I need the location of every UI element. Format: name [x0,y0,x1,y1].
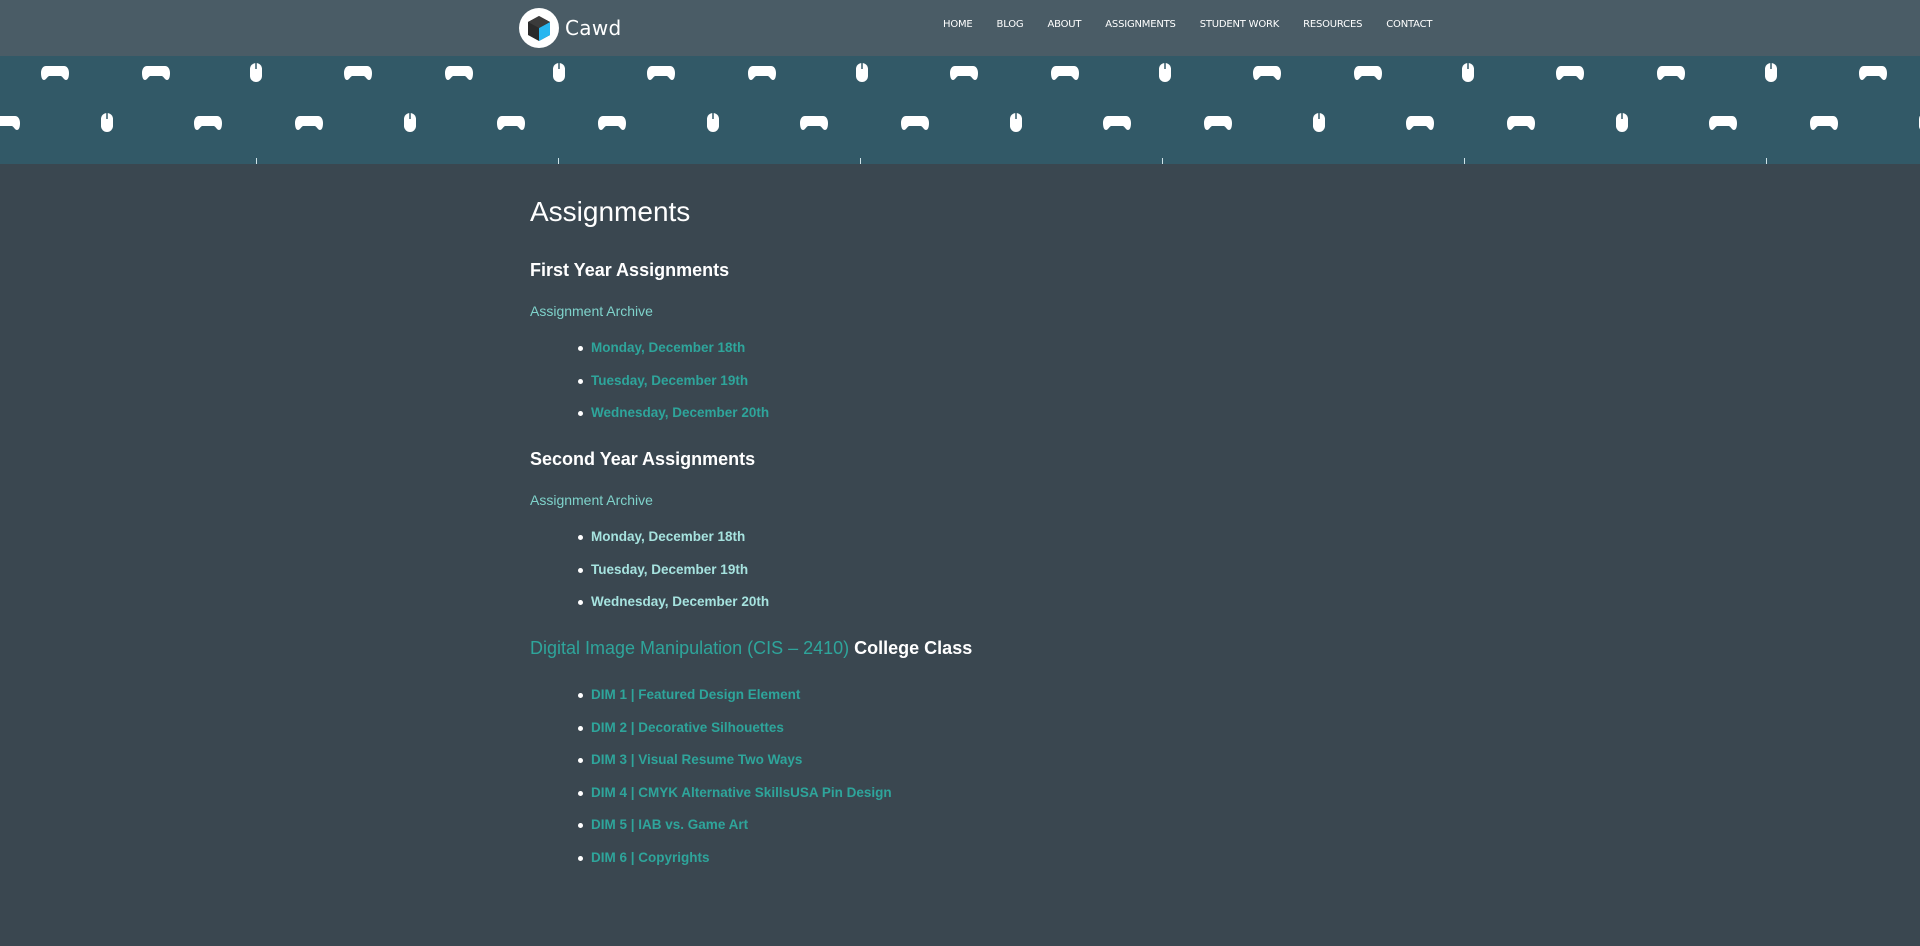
game-controller-icon [0,116,20,130]
nav-item-about[interactable]: ABOUT [1047,17,1081,33]
dim-assignment-link[interactable]: DIM 3 | Visual Resume Two Ways [591,752,802,767]
banner-tick [860,158,861,164]
banner-tick [1766,158,1767,164]
list-item: DIM 4 | CMYK Alternative SkillsUSA Pin D… [578,783,1430,803]
game-controller-icon [497,116,525,130]
banner-tick [256,158,257,164]
game-controller-icon [41,66,69,80]
nav-item-assignments[interactable]: ASSIGNMENTS [1105,17,1176,33]
site-header: Cawd HOME BLOG ABOUT ASSIGNMENTS STUDENT… [0,0,1920,56]
game-controller-icon [598,116,626,130]
list-item: Monday, December 18th [578,527,1430,547]
computer-mouse-icon [707,113,719,132]
banner-tick [1162,158,1163,164]
game-controller-icon [748,66,776,80]
computer-mouse-icon [1616,113,1628,132]
hero-banner [0,56,1920,164]
college-class-suffix: College Class [849,638,973,658]
second-year-heading: Second Year Assignments [530,449,756,469]
dim-assignment-link[interactable]: DIM 2 | Decorative Silhouettes [591,720,784,735]
computer-mouse-icon [1313,113,1325,132]
cube-logo-icon [519,8,559,48]
list-item: Tuesday, December 19th [578,371,1430,391]
main-content: Assignments First Year Assignments Assig… [530,196,1430,894]
game-controller-icon [1103,116,1131,130]
second-year-list: Monday, December 18th Tuesday, December … [578,527,1430,612]
computer-mouse-icon [250,63,262,82]
game-controller-icon [1354,66,1382,80]
college-class-link[interactable]: Digital Image Manipulation (CIS – 2410) [530,638,849,658]
second-year-day-link[interactable]: Wednesday, December 20th [591,594,769,609]
game-controller-icon [1507,116,1535,130]
first-year-archive-link[interactable]: Assignment Archive [530,303,653,319]
site-name: Cawd [565,16,622,40]
second-year-day-link[interactable]: Monday, December 18th [591,529,745,544]
dim-assignment-link[interactable]: DIM 5 | IAB vs. Game Art [591,817,748,832]
computer-mouse-icon [856,63,868,82]
list-item: DIM 1 | Featured Design Element [578,685,1430,705]
first-year-heading: First Year Assignments [530,260,730,280]
computer-mouse-icon [1765,63,1777,82]
game-controller-icon [901,116,929,130]
dim-assignment-link[interactable]: DIM 1 | Featured Design Element [591,687,800,702]
first-year-day-link[interactable]: Monday, December 18th [591,340,745,355]
game-controller-icon [800,116,828,130]
game-controller-icon [1204,116,1232,130]
game-controller-icon [1709,116,1737,130]
game-controller-icon [1810,116,1838,130]
nav-item-blog[interactable]: BLOG [997,17,1024,33]
nav-item-contact[interactable]: CONTACT [1386,17,1432,33]
game-controller-icon [647,66,675,80]
computer-mouse-icon [1462,63,1474,82]
game-controller-icon [1859,66,1887,80]
game-controller-icon [1657,66,1685,80]
computer-mouse-icon [1159,63,1171,82]
game-controller-icon [142,66,170,80]
list-item: DIM 2 | Decorative Silhouettes [578,718,1430,738]
college-class-heading: Digital Image Manipulation (CIS – 2410) … [530,638,1430,659]
banner-tick [558,158,559,164]
game-controller-icon [950,66,978,80]
game-controller-icon [445,66,473,80]
second-year-day-link[interactable]: Tuesday, December 19th [591,562,748,577]
banner-pattern [0,63,1920,164]
computer-mouse-icon [1010,113,1022,132]
list-item: Monday, December 18th [578,338,1430,358]
site-logo-link[interactable]: Cawd [519,7,621,49]
game-controller-icon [1406,116,1434,130]
nav-item-student-work[interactable]: STUDENT WORK [1200,17,1280,33]
game-controller-icon [1253,66,1281,80]
game-controller-icon [344,66,372,80]
nav-item-home[interactable]: HOME [943,17,973,33]
banner-tick [1464,158,1465,164]
first-year-day-link[interactable]: Tuesday, December 19th [591,373,748,388]
list-item: DIM 6 | Copyrights [578,848,1430,868]
list-item: DIM 3 | Visual Resume Two Ways [578,750,1430,770]
list-item: Tuesday, December 19th [578,560,1430,580]
game-controller-icon [295,116,323,130]
game-controller-icon [1556,66,1584,80]
game-controller-icon [1051,66,1079,80]
college-class-list: DIM 1 | Featured Design Element DIM 2 | … [578,685,1430,868]
list-item: Wednesday, December 20th [578,592,1430,612]
list-item: DIM 5 | IAB vs. Game Art [578,815,1430,835]
first-year-list: Monday, December 18th Tuesday, December … [578,338,1430,423]
computer-mouse-icon [553,63,565,82]
first-year-day-link[interactable]: Wednesday, December 20th [591,405,769,420]
second-year-archive-link[interactable]: Assignment Archive [530,492,653,508]
dim-assignment-link[interactable]: DIM 6 | Copyrights [591,850,710,865]
game-controller-icon [194,116,222,130]
list-item: Wednesday, December 20th [578,403,1430,423]
main-nav: HOME BLOG ABOUT ASSIGNMENTS STUDENT WORK… [943,17,1456,33]
computer-mouse-icon [101,113,113,132]
dim-assignment-link[interactable]: DIM 4 | CMYK Alternative SkillsUSA Pin D… [591,785,892,800]
nav-item-resources[interactable]: RESOURCES [1303,17,1362,33]
page-title: Assignments [530,196,691,227]
computer-mouse-icon [404,113,416,132]
